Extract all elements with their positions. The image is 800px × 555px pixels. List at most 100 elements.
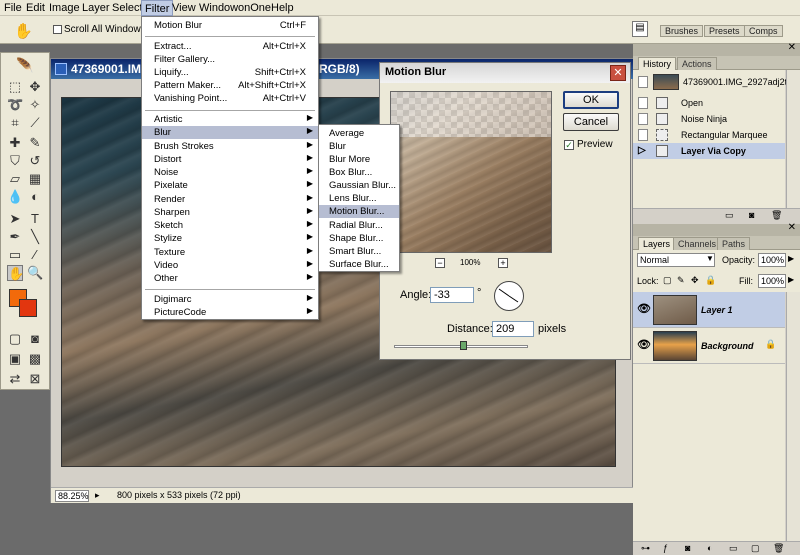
blur-tool-icon[interactable]: 💧 bbox=[7, 189, 23, 205]
menu-item-pixelate[interactable]: Pixelate ▶ bbox=[142, 179, 318, 192]
lock-all-icon[interactable]: 🔒 bbox=[705, 275, 716, 286]
distance-slider-thumb[interactable] bbox=[460, 341, 467, 350]
blur-item-blur[interactable]: Blur bbox=[319, 140, 399, 153]
new-layer-icon[interactable]: ▢ bbox=[751, 543, 760, 554]
zoom-level-field[interactable]: 88.25% bbox=[55, 490, 89, 502]
tab-presets[interactable]: Presets bbox=[704, 25, 745, 37]
menu-item-texture[interactable]: Texture ▶ bbox=[142, 246, 318, 259]
history-snapshot[interactable]: 47369001.IMG_2927adj2ts bbox=[633, 72, 792, 92]
menu-item-sketch[interactable]: Sketch ▶ bbox=[142, 219, 318, 232]
quick-mask-icon[interactable]: ◙ bbox=[27, 331, 43, 347]
layer-row-background[interactable]: 👁 Background 🔒 bbox=[633, 328, 785, 364]
hand-tool-box-icon[interactable]: ✋ bbox=[7, 265, 24, 281]
menu-item-vanishing-point[interactable]: Vanishing Point... Alt+Ctrl+V bbox=[142, 92, 318, 105]
history-step-selected[interactable]: ▷ Layer Via Copy bbox=[633, 143, 785, 159]
menu-item-noise[interactable]: Noise ▶ bbox=[142, 166, 318, 179]
clone-stamp-icon[interactable]: ⛉ bbox=[7, 153, 23, 169]
menu-item-extract[interactable]: Extract... Alt+Ctrl+X bbox=[142, 40, 318, 53]
history-source-icon[interactable] bbox=[638, 97, 648, 109]
blur-item-box-blur[interactable]: Box Blur... bbox=[319, 166, 399, 179]
full-screen-icon[interactable]: ▩ bbox=[27, 351, 43, 367]
menu-item-video[interactable]: Video ▶ bbox=[142, 259, 318, 272]
marquee-tool-icon[interactable]: ⬚ bbox=[7, 79, 23, 95]
history-source-icon[interactable] bbox=[638, 129, 648, 141]
eraser-tool-icon[interactable]: ▱ bbox=[7, 171, 23, 187]
link-layers-icon[interactable]: ⊶ bbox=[641, 543, 650, 554]
eyedropper-icon[interactable]: ⁄ bbox=[27, 247, 43, 263]
status-menu-icon[interactable]: ▸ bbox=[95, 490, 100, 501]
lasso-tool-icon[interactable]: ➰ bbox=[7, 97, 23, 113]
move-tool-icon[interactable]: ✥ bbox=[27, 79, 43, 95]
preview-image[interactable] bbox=[390, 91, 552, 253]
tab-history[interactable]: History bbox=[638, 57, 677, 70]
delete-layer-icon[interactable]: 🗑 bbox=[773, 543, 784, 554]
history-state-slider-icon[interactable]: ▷ bbox=[638, 145, 646, 156]
eye-icon[interactable]: 👁 bbox=[637, 338, 651, 351]
menu-window[interactable]: Window bbox=[199, 2, 238, 14]
blur-item-lens-blur[interactable]: Lens Blur... bbox=[319, 192, 399, 205]
hand-tool-icon[interactable]: ✋ bbox=[14, 22, 33, 40]
snapshot-source-icon[interactable] bbox=[638, 76, 648, 88]
new-group-icon[interactable]: ▭ bbox=[729, 543, 738, 554]
new-document-icon[interactable]: ▭ bbox=[725, 210, 734, 221]
blur-item-gaussian-blur[interactable]: Gaussian Blur... bbox=[319, 179, 399, 192]
menu-item-brush-strokes[interactable]: Brush Strokes ▶ bbox=[142, 140, 318, 153]
tab-brushes[interactable]: Brushes bbox=[660, 25, 704, 37]
menu-item-stylize[interactable]: Stylize ▶ bbox=[142, 232, 318, 245]
tab-layers[interactable]: Layers bbox=[638, 237, 676, 250]
standard-mode-icon[interactable]: ▢ bbox=[7, 331, 23, 347]
menu-filter[interactable]: Filter bbox=[141, 0, 174, 16]
menu-item-last-filter[interactable]: Motion Blur Ctrl+F bbox=[142, 19, 318, 32]
lock-position-icon[interactable]: ✥ bbox=[691, 275, 699, 286]
zoom-out-icon[interactable]: − bbox=[435, 258, 445, 268]
slice-tool-icon[interactable]: ⟋ bbox=[27, 115, 43, 131]
tab-paths[interactable]: Paths bbox=[717, 237, 751, 250]
blur-item-smart-blur[interactable]: Smart Blur... bbox=[319, 245, 399, 258]
blend-mode-select[interactable]: Normal bbox=[637, 253, 715, 267]
layers-scrollbar[interactable] bbox=[786, 292, 800, 542]
blur-item-average[interactable]: Average bbox=[319, 127, 399, 140]
menu-item-render[interactable]: Render ▶ bbox=[142, 193, 318, 206]
jump-to-icon[interactable]: ⇄ bbox=[7, 371, 23, 387]
type-tool-icon[interactable]: T bbox=[27, 211, 43, 227]
history-scrollbar[interactable] bbox=[786, 70, 800, 210]
screen-mode-icon[interactable]: ▣ bbox=[7, 351, 23, 367]
menu-item-liquify[interactable]: Liquify... Shift+Ctrl+X bbox=[142, 66, 318, 79]
preview-checkbox[interactable]: ✓ bbox=[564, 140, 574, 150]
blur-item-radial-blur[interactable]: Radial Blur... bbox=[319, 219, 399, 232]
new-snapshot-icon[interactable]: ◙ bbox=[749, 210, 754, 220]
angle-dial[interactable] bbox=[494, 281, 524, 311]
distance-input[interactable]: 209 bbox=[492, 321, 534, 337]
menu-layer[interactable]: Layer bbox=[82, 2, 110, 14]
history-brush-icon[interactable]: ↺ bbox=[27, 153, 43, 169]
history-step[interactable]: Noise Ninja bbox=[633, 111, 785, 127]
menu-select[interactable]: Select bbox=[112, 2, 143, 14]
close-icon[interactable]: ✕ bbox=[610, 65, 626, 81]
fill-field[interactable]: 100% bbox=[758, 274, 786, 288]
menu-item-sharpen[interactable]: Sharpen ▶ bbox=[142, 206, 318, 219]
close-icon[interactable]: ✕ bbox=[788, 42, 796, 53]
opacity-arrow-icon[interactable]: ▶ bbox=[788, 254, 794, 263]
menu-item-picturecode[interactable]: PictureCode ▶ bbox=[142, 306, 318, 319]
notes-tool-icon[interactable]: ▭ bbox=[7, 247, 23, 263]
adjustment-layer-icon[interactable]: ◐ bbox=[707, 543, 712, 553]
eye-icon[interactable]: 👁 bbox=[637, 302, 651, 315]
tab-comps[interactable]: Comps bbox=[744, 25, 783, 37]
angle-input[interactable]: -33 bbox=[430, 287, 474, 303]
blur-item-blur-more[interactable]: Blur More bbox=[319, 153, 399, 166]
brush-tool-icon[interactable]: ✎ bbox=[27, 135, 43, 151]
imageready-icon[interactable]: ⊠ bbox=[27, 371, 43, 387]
magic-wand-icon[interactable]: ✧ bbox=[27, 97, 43, 113]
tab-channels[interactable]: Channels bbox=[673, 237, 722, 250]
add-mask-icon[interactable]: ◙ bbox=[685, 543, 690, 553]
delete-icon[interactable]: 🗑 bbox=[771, 210, 782, 221]
ok-button[interactable]: OK bbox=[563, 91, 619, 109]
tab-actions[interactable]: Actions bbox=[677, 57, 717, 70]
menu-help[interactable]: Help bbox=[271, 2, 294, 14]
history-step[interactable]: Open bbox=[633, 95, 785, 111]
menu-onone[interactable]: onOne bbox=[238, 2, 271, 14]
scroll-all-windows-checkbox[interactable] bbox=[53, 25, 62, 34]
fill-arrow-icon[interactable]: ▶ bbox=[788, 275, 794, 284]
menu-item-digimarc[interactable]: Digimarc ▶ bbox=[142, 293, 318, 306]
menu-view[interactable]: View bbox=[172, 2, 196, 14]
